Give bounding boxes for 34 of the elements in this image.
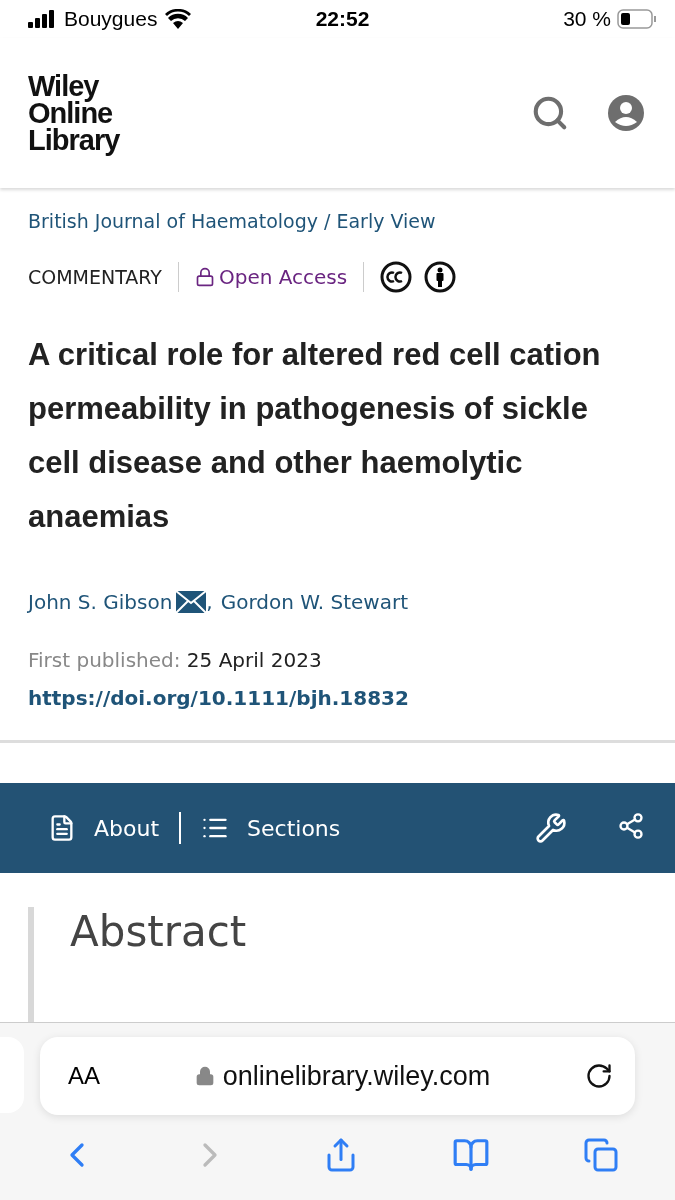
- article-type: COMMENTARY: [28, 266, 162, 288]
- reload-icon[interactable]: [585, 1062, 613, 1090]
- text-size-button[interactable]: AA: [68, 1062, 100, 1090]
- journal-breadcrumb[interactable]: British Journal of Haematology / Early View: [28, 210, 647, 232]
- padlock-icon: [194, 267, 215, 287]
- carrier-name: Bouygues: [64, 7, 158, 31]
- address-bar[interactable]: AA onlinelibrary.wiley.com: [40, 1037, 635, 1115]
- battery-icon: [617, 9, 657, 29]
- article-nav-tab[interactable]: About: [48, 814, 160, 842]
- share-icon[interactable]: [617, 812, 645, 840]
- publication-date: First published: 25 April 2023: [28, 648, 322, 672]
- account-icon[interactable]: [607, 94, 645, 132]
- article-nav-tab[interactable]: Sections: [201, 814, 341, 842]
- creative-commons-icon: [380, 261, 413, 293]
- attribution-icon: [424, 261, 457, 293]
- signal-icon: [28, 10, 56, 28]
- url-text: onlinelibrary.wiley.com: [222, 1060, 491, 1092]
- mail-icon[interactable]: [176, 591, 207, 613]
- abstract-heading: Abstract: [70, 907, 248, 956]
- wrench-icon[interactable]: [535, 812, 567, 844]
- bookmarks-icon[interactable]: [451, 1136, 490, 1174]
- author-link[interactable]: Gordon W. Stewart: [220, 590, 408, 614]
- search-icon[interactable]: [531, 94, 569, 132]
- author-link[interactable]: John S. Gibson: [28, 590, 173, 614]
- padlock-icon: [194, 1066, 215, 1086]
- wifi-icon: [165, 9, 192, 29]
- article-title: A critical role for altered red cell cation permeability in pathogenesis of sickle cell disease and other haemolytic anaemias: [28, 336, 602, 536]
- battery-percent: 30 %: [563, 7, 611, 31]
- author-separator: ,: [206, 590, 213, 614]
- doi-link[interactable]: https://doi.org/10.1111/bjh.18832: [28, 686, 647, 710]
- tabs-icon[interactable]: [582, 1137, 619, 1173]
- clock: 22:52: [315, 7, 370, 30]
- open-access-text: Open Access: [218, 265, 348, 289]
- wiley-logo[interactable]: Wiley Online Library: [28, 72, 531, 154]
